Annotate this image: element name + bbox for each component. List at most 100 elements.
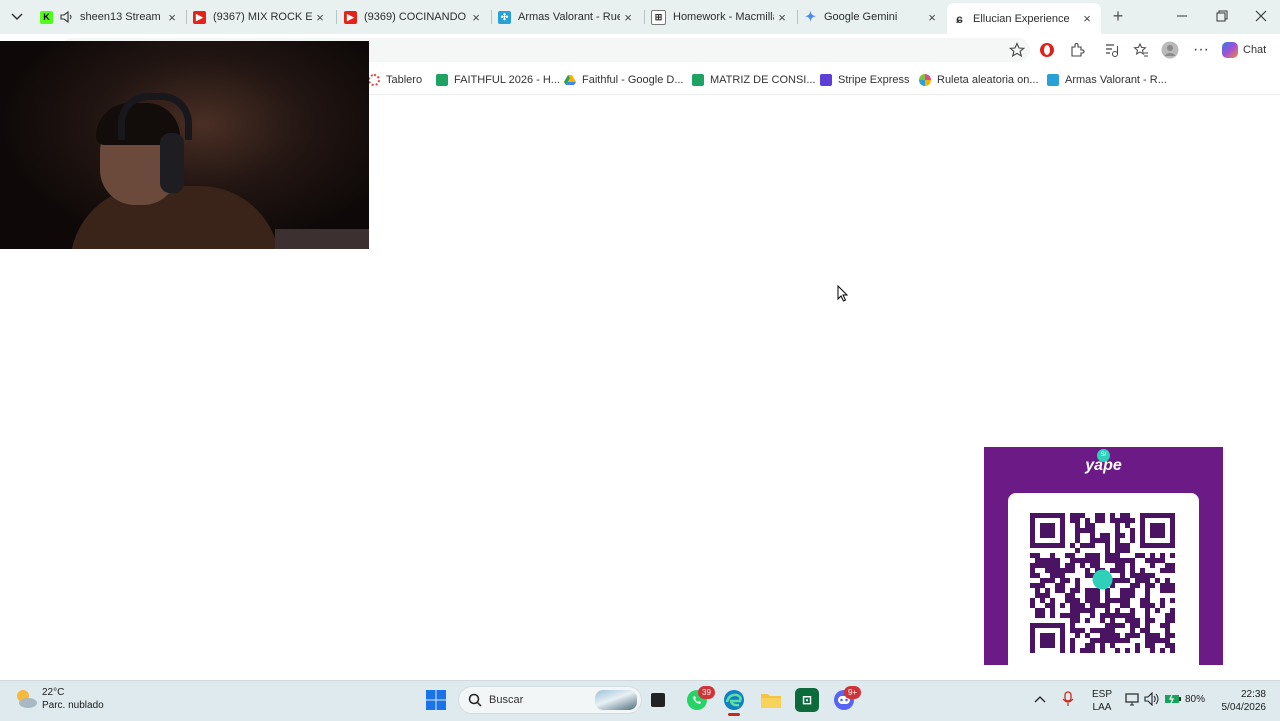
yape-qr-card: S/ yape — [984, 447, 1223, 665]
bookmark-stripe-express[interactable]: Stripe Express — [820, 72, 910, 88]
volume-icon — [1144, 691, 1159, 707]
microphone-icon — [1062, 691, 1074, 706]
tab-mix-rock[interactable]: ▶ (9367) MIX ROCK EN ES × — [187, 4, 334, 30]
close-tab-icon[interactable]: × — [774, 10, 790, 25]
tab-title: Google Gemini — [824, 11, 898, 23]
tab-ellucian-experience[interactable]: ɕ Ellucian Experience × — [947, 3, 1101, 34]
tab-armas-valorant[interactable]: ✣ Armas Valorant - Rueda × — [492, 4, 642, 30]
volume-tray[interactable] — [1144, 691, 1160, 707]
extensions-puzzle-icon[interactable] — [1068, 41, 1086, 59]
sheets-icon — [436, 74, 448, 86]
tab-homework-macmillan[interactable]: ⊞ Homework - Macmillan × — [645, 4, 796, 30]
yape-logo: yape — [1085, 457, 1122, 474]
minimize-button[interactable] — [1176, 10, 1190, 24]
microphone-tray[interactable] — [1062, 691, 1076, 707]
whatsapp-badge: 39 — [698, 686, 715, 699]
gemini-icon: ✦ — [805, 9, 816, 24]
battery-charging-icon — [1165, 694, 1181, 704]
close-tab-icon[interactable]: × — [620, 10, 636, 25]
weather-widget[interactable]: 22°C Parc. nublado — [14, 686, 114, 714]
favorite-star-icon[interactable] — [1008, 41, 1026, 59]
tab-sheen13-stream[interactable]: K sheen13 Stream - V × — [34, 4, 186, 30]
active-app-indicator — [728, 713, 740, 716]
bookmark-faithful-2026[interactable]: FAITHFUL 2026 - H... — [436, 72, 560, 88]
close-window-button[interactable] — [1255, 10, 1269, 24]
tab-title: sheen13 Stream - V — [80, 11, 164, 23]
network-icon — [1125, 693, 1139, 706]
minimize-icon — [1177, 15, 1187, 17]
bookmark-tablero[interactable]: Tablero — [368, 72, 422, 88]
wheel-icon — [1047, 74, 1059, 86]
qr-code — [1008, 493, 1199, 665]
taskbar-app-green[interactable]: ⊡ — [795, 688, 819, 712]
close-icon — [1255, 10, 1267, 22]
clock-date: 5/04/2026 — [1221, 702, 1267, 713]
bookmark-armas-valorant[interactable]: Armas Valorant - R... — [1047, 72, 1167, 88]
keyboard-layout: LAA — [1092, 702, 1112, 713]
start-button[interactable] — [424, 688, 448, 712]
new-tab-button[interactable]: + — [1108, 6, 1128, 26]
bookmark-label: FAITHFUL 2026 - H... — [454, 74, 560, 86]
restore-icon — [1216, 10, 1228, 22]
wheel-icon: ✣ — [498, 10, 511, 24]
input-language[interactable]: ESP LAA — [1092, 688, 1112, 714]
taskbar-edge[interactable] — [722, 688, 746, 712]
bookmark-label: Ruleta aleatoria on... — [937, 74, 1039, 86]
tab-separator — [336, 10, 337, 24]
media-control-icon[interactable] — [1102, 41, 1120, 59]
tab-title: (9367) MIX ROCK EN ES — [213, 11, 312, 23]
kick-icon: K — [40, 10, 53, 24]
language-code: ESP — [1092, 689, 1113, 700]
webcam-overlay — [0, 41, 369, 249]
show-hidden-icons-button[interactable] — [1034, 692, 1048, 706]
network-tray[interactable] — [1125, 692, 1139, 706]
close-tab-icon[interactable]: × — [312, 10, 328, 25]
taskbar-search-box[interactable]: Buscar — [458, 686, 642, 714]
taskbar-file-explorer[interactable] — [759, 688, 783, 712]
search-placeholder: Buscar — [489, 694, 524, 706]
canvas-icon — [368, 74, 380, 86]
clock-time: 22:38 — [1240, 689, 1266, 700]
bookmark-label: Faithful - Google D... — [582, 74, 684, 86]
tab-google-gemini[interactable]: ✦ Google Gemini × — [798, 4, 946, 30]
mouse-cursor-icon — [837, 285, 849, 302]
tab-title: Ellucian Experience — [973, 12, 1070, 25]
bookmark-label: MATRIZ DE CONSI... — [710, 74, 816, 86]
stripe-icon — [820, 74, 832, 86]
android-app-icon: ⊡ — [801, 693, 813, 707]
bookmark-ruleta-aleatoria[interactable]: Ruleta aleatoria on... — [919, 72, 1039, 88]
bookmark-faithful-drive[interactable]: Faithful - Google D... — [564, 72, 684, 88]
more-menu-icon[interactable]: ··· — [1192, 41, 1210, 59]
profile-avatar-icon[interactable] — [1161, 41, 1179, 59]
bookmark-label: Tablero — [386, 74, 423, 86]
tab-title: Armas Valorant - Rueda — [518, 11, 620, 23]
speaker-icon[interactable] — [60, 11, 74, 23]
chevron-down-icon — [11, 13, 23, 21]
battery-percent: 80% — [1185, 693, 1206, 705]
close-tab-icon[interactable]: × — [1079, 11, 1095, 26]
close-tab-icon[interactable]: × — [468, 10, 484, 25]
favorites-list-icon[interactable] — [1132, 41, 1150, 59]
search-highlight-image — [595, 690, 637, 710]
search-icon — [468, 693, 482, 707]
folder-icon — [761, 694, 781, 708]
bookmark-label: Stripe Express — [838, 74, 910, 86]
tab-title: Homework - Macmillan — [673, 11, 774, 23]
maximize-button[interactable] — [1216, 10, 1230, 24]
partly-cloudy-icon — [17, 690, 37, 708]
opera-extension-icon[interactable] — [1038, 41, 1056, 59]
battery-tray[interactable]: 80% — [1164, 692, 1206, 706]
tab-cocinando[interactable]: ▶ (9369) COCINANDO CO × — [338, 4, 490, 30]
close-tab-icon[interactable]: × — [164, 10, 180, 25]
taskbar-task-view[interactable] — [646, 688, 670, 712]
clock[interactable]: 22:38 5/04/2026 — [1214, 688, 1267, 714]
discord-badge: 9+ — [844, 686, 861, 699]
close-tab-icon[interactable]: × — [924, 10, 940, 25]
sheets-icon — [692, 74, 704, 86]
tab-list-dropdown[interactable] — [8, 8, 26, 26]
bookmark-matriz-de-consi[interactable]: MATRIZ DE CONSI... — [692, 72, 816, 88]
ellucian-icon: ɕ — [956, 11, 963, 26]
tab-title: (9369) COCINANDO CO — [364, 11, 468, 23]
copilot-chat-button[interactable]: Chat — [1222, 40, 1272, 60]
macmillan-icon: ⊞ — [651, 9, 666, 25]
